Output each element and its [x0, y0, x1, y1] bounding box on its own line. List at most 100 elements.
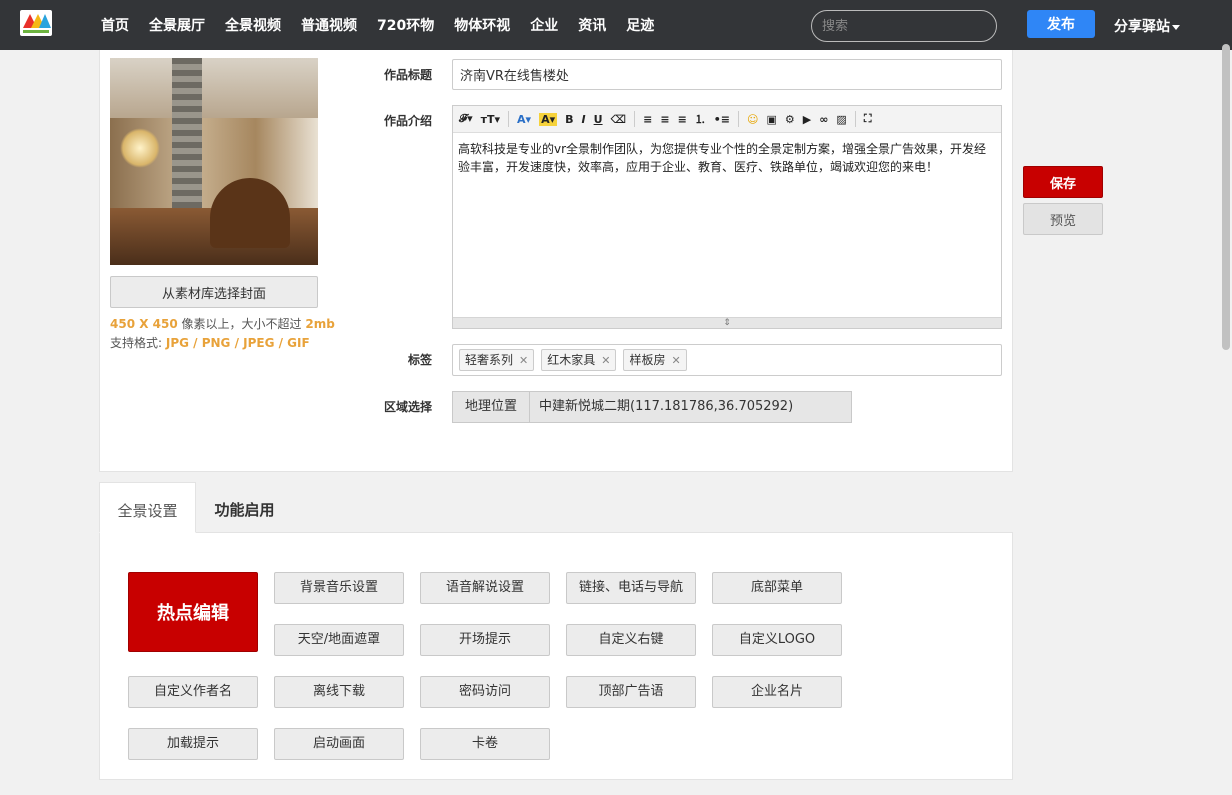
nav-item-company[interactable]: 企业: [530, 15, 558, 35]
select-cover-button[interactable]: 从素材库选择封面: [110, 276, 318, 308]
cover-image-part: [120, 128, 160, 168]
font-family-icon[interactable]: 𝓕▾: [459, 112, 473, 126]
tags-label: 标签: [407, 353, 432, 367]
tag-item: 轻奢系列 ✕: [459, 349, 535, 371]
top-slogan-button[interactable]: 顶部广告语: [566, 676, 696, 708]
publish-button[interactable]: 发布: [1027, 10, 1095, 38]
nav-item-720-object[interactable]: 720环物: [377, 15, 434, 35]
tag-item: 红木家具 ✕: [541, 349, 617, 371]
tag-item: 样板房 ✕: [623, 349, 687, 371]
title-input[interactable]: [452, 59, 1002, 90]
share-menu[interactable]: 分享驿站: [1114, 16, 1180, 36]
resize-handle-icon[interactable]: ⇕: [453, 317, 1001, 328]
align-center-icon[interactable]: ≡: [660, 113, 669, 126]
underline-icon[interactable]: U: [594, 113, 603, 126]
offline-download-button[interactable]: 离线下载: [274, 676, 404, 708]
save-button[interactable]: 保存: [1023, 166, 1103, 198]
coupon-button[interactable]: 卡卷: [420, 728, 550, 760]
nav-item-panorama-video[interactable]: 全景视频: [225, 15, 281, 35]
tag-label: 样板房: [629, 353, 666, 367]
intro-editor: 𝓕▾ ᴛT▾ A▾ A▾ B I U ⌫ ≡ ≡ ≡ ⒈ •≡ ☺ ▣ ⚙ ▶ …: [452, 105, 1002, 329]
fullscreen-icon[interactable]: ⛶: [864, 112, 872, 126]
align-right-icon[interactable]: ≡: [678, 113, 687, 126]
editor-toolbar: 𝓕▾ ᴛT▾ A▾ A▾ B I U ⌫ ≡ ≡ ≡ ⒈ •≡ ☺ ▣ ⚙ ▶ …: [453, 106, 1001, 133]
geo-location-key: 地理位置: [453, 392, 530, 422]
toolbar-separator: [508, 111, 510, 127]
loading-tip-button[interactable]: 加载提示: [128, 728, 258, 760]
toolbar-separator: [854, 111, 856, 127]
cover-size-text: 像素以上，大小不超过: [177, 317, 306, 331]
site-logo[interactable]: [20, 10, 52, 36]
sky-ground-mask-button[interactable]: 天空/地面遮罩: [274, 624, 404, 656]
share-menu-label: 分享驿站: [1114, 19, 1170, 35]
picture-icon[interactable]: ▨: [836, 113, 846, 126]
cover-image-part: [210, 178, 290, 248]
insert-flash-icon[interactable]: ⚙: [785, 113, 795, 126]
italic-icon[interactable]: I: [582, 113, 586, 126]
region-label: 区域选择: [383, 400, 432, 414]
logo-shape: [23, 30, 49, 33]
geo-location-field[interactable]: 地理位置 中建新悦城二期(117.181786,36.705292): [452, 391, 852, 423]
bold-icon[interactable]: B: [565, 113, 573, 126]
toolbar-separator: [634, 111, 636, 127]
intro-text[interactable]: 高软科技是专业的vr全景制作团队，为您提供专业个性的全景定制方案，增强全景广告效…: [458, 140, 996, 176]
chevron-down-icon: [1172, 24, 1180, 30]
tag-label: 红木家具: [547, 353, 596, 367]
toolbar-separator: [738, 111, 740, 127]
hotspot-edit-button[interactable]: 热点编辑: [128, 572, 258, 652]
tab-feature-enable[interactable]: 功能启用: [196, 482, 293, 532]
ordered-list-icon[interactable]: ⒈: [695, 111, 706, 127]
nav-item-normal-video[interactable]: 普通视频: [301, 15, 357, 35]
cover-format-label: 支持格式:: [110, 336, 166, 350]
link-phone-nav-button[interactable]: 链接、电话与导航: [566, 572, 696, 604]
cover-size-limit: 2mb: [305, 317, 335, 331]
nav-item-object-view[interactable]: 物体环视: [454, 15, 510, 35]
title-label: 作品标题: [383, 68, 432, 82]
link-icon[interactable]: ∞: [819, 113, 828, 126]
intro-label: 作品介绍: [383, 114, 432, 128]
tab-panorama-settings[interactable]: 全景设置: [99, 482, 196, 533]
nav-item-footprint[interactable]: 足迹: [626, 15, 654, 35]
custom-logo-button[interactable]: 自定义LOGO: [712, 624, 842, 656]
nav-item-panorama-hall[interactable]: 全景展厅: [149, 15, 205, 35]
font-color-icon[interactable]: A▾: [517, 113, 531, 126]
cover-image: [110, 58, 318, 265]
close-icon[interactable]: ✕: [519, 354, 528, 367]
insert-image-icon[interactable]: ▣: [767, 113, 777, 126]
cover-size-hint: 450 X 450 像素以上，大小不超过 2mb: [110, 315, 335, 332]
launch-screen-button[interactable]: 启动画面: [274, 728, 404, 760]
bottom-menu-button[interactable]: 底部菜单: [712, 572, 842, 604]
tags-input[interactable]: 轻奢系列 ✕ 红木家具 ✕ 样板房 ✕: [452, 344, 1002, 376]
eraser-icon[interactable]: ⌫: [611, 113, 627, 126]
custom-right-click-button[interactable]: 自定义右键: [566, 624, 696, 656]
cover-image-part: [172, 58, 202, 208]
highlight-color-icon[interactable]: A▾: [539, 112, 558, 126]
cover-size-value: 450 X 450: [110, 317, 178, 331]
password-access-button[interactable]: 密码访问: [420, 676, 550, 708]
bg-music-button[interactable]: 背景音乐设置: [274, 572, 404, 604]
nav-item-home[interactable]: 首页: [101, 15, 129, 35]
cover-format-list: JPG / PNG / JPEG / GIF: [165, 336, 310, 350]
main-nav: 首页 全景展厅 全景视频 普通视频 720环物 物体环视 企业 资讯 足迹: [101, 0, 674, 50]
opening-tip-button[interactable]: 开场提示: [420, 624, 550, 656]
custom-author-button[interactable]: 自定义作者名: [128, 676, 258, 708]
geo-location-value: 中建新悦城二期(117.181786,36.705292): [539, 399, 794, 414]
preview-button[interactable]: 预览: [1023, 203, 1103, 235]
nav-item-news[interactable]: 资讯: [578, 15, 606, 35]
voice-guide-button[interactable]: 语音解说设置: [420, 572, 550, 604]
close-icon[interactable]: ✕: [601, 354, 610, 367]
scrollbar-thumb[interactable]: [1222, 44, 1230, 350]
emoji-icon[interactable]: ☺: [747, 113, 758, 126]
logo-shape: [39, 14, 51, 28]
close-icon[interactable]: ✕: [671, 354, 680, 367]
cover-image-part: [110, 58, 318, 118]
align-left-icon[interactable]: ≡: [643, 113, 652, 126]
search-input[interactable]: [811, 10, 997, 42]
tag-label: 轻奢系列: [465, 353, 514, 367]
company-card-button[interactable]: 企业名片: [712, 676, 842, 708]
cover-format-hint: 支持格式: JPG / PNG / JPEG / GIF: [110, 334, 310, 351]
top-navbar: 首页 全景展厅 全景视频 普通视频 720环物 物体环视 企业 资讯 足迹 发布…: [0, 0, 1232, 50]
unordered-list-icon[interactable]: •≡: [714, 113, 730, 126]
insert-video-icon[interactable]: ▶: [803, 113, 811, 126]
font-size-icon[interactable]: ᴛT▾: [481, 113, 500, 126]
